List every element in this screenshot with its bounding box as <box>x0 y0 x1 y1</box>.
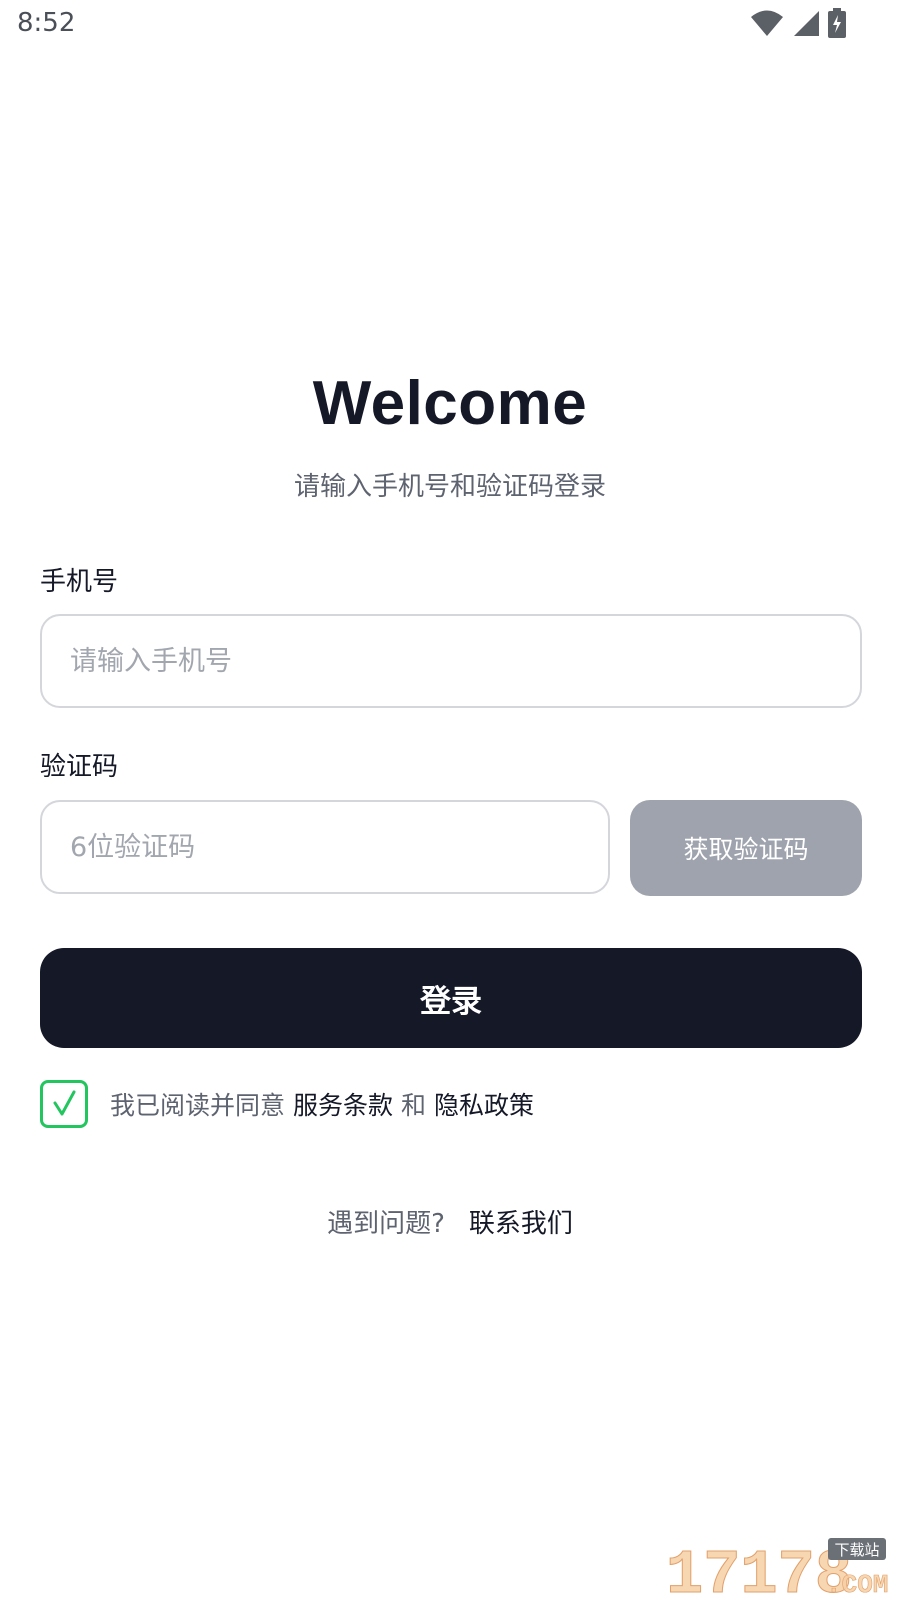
login-button[interactable]: 登录 <box>40 948 862 1048</box>
code-input[interactable] <box>40 800 610 894</box>
watermark-suffix: .COM <box>826 1570 888 1598</box>
status-icons <box>750 8 846 38</box>
send-code-button[interactable]: 获取验证码 <box>630 800 862 896</box>
status-time: 8:52 <box>17 8 76 38</box>
contact-link[interactable]: 联系我们 <box>469 1203 573 1240</box>
phone-label: 手机号 <box>40 567 119 597</box>
page-subtitle: 请输入手机号和验证码登录 <box>293 472 606 502</box>
help-row: 遇到问题? 联系我们 <box>0 1203 900 1240</box>
agreement-checkbox[interactable] <box>40 1080 88 1128</box>
privacy-link[interactable]: 隐私政策 <box>434 1086 534 1122</box>
watermark-number: 17178 <box>666 1540 852 1598</box>
wifi-icon <box>751 10 783 36</box>
agreement-text: 我已阅读并同意 服务条款 和 隐私政策 <box>110 1086 534 1122</box>
watermark-tag: 下载站 <box>834 1541 879 1559</box>
checkmark-icon <box>53 1090 76 1116</box>
signal-icon <box>794 11 819 36</box>
agreement-prefix: 我已阅读并同意 <box>110 1091 286 1120</box>
terms-link[interactable]: 服务条款 <box>293 1086 393 1122</box>
site-watermark-logo: 17178 下载站 .COM <box>666 1538 889 1598</box>
battery-charging-icon <box>828 8 846 38</box>
page-title: Welcome <box>312 369 588 438</box>
agreement-row: 我已阅读并同意 服务条款 和 隐私政策 <box>40 1080 534 1128</box>
agreement-conjunction: 和 <box>401 1091 427 1120</box>
code-label: 验证码 <box>40 752 119 782</box>
help-question: 遇到问题? <box>327 1209 445 1239</box>
phone-input[interactable] <box>40 614 862 708</box>
